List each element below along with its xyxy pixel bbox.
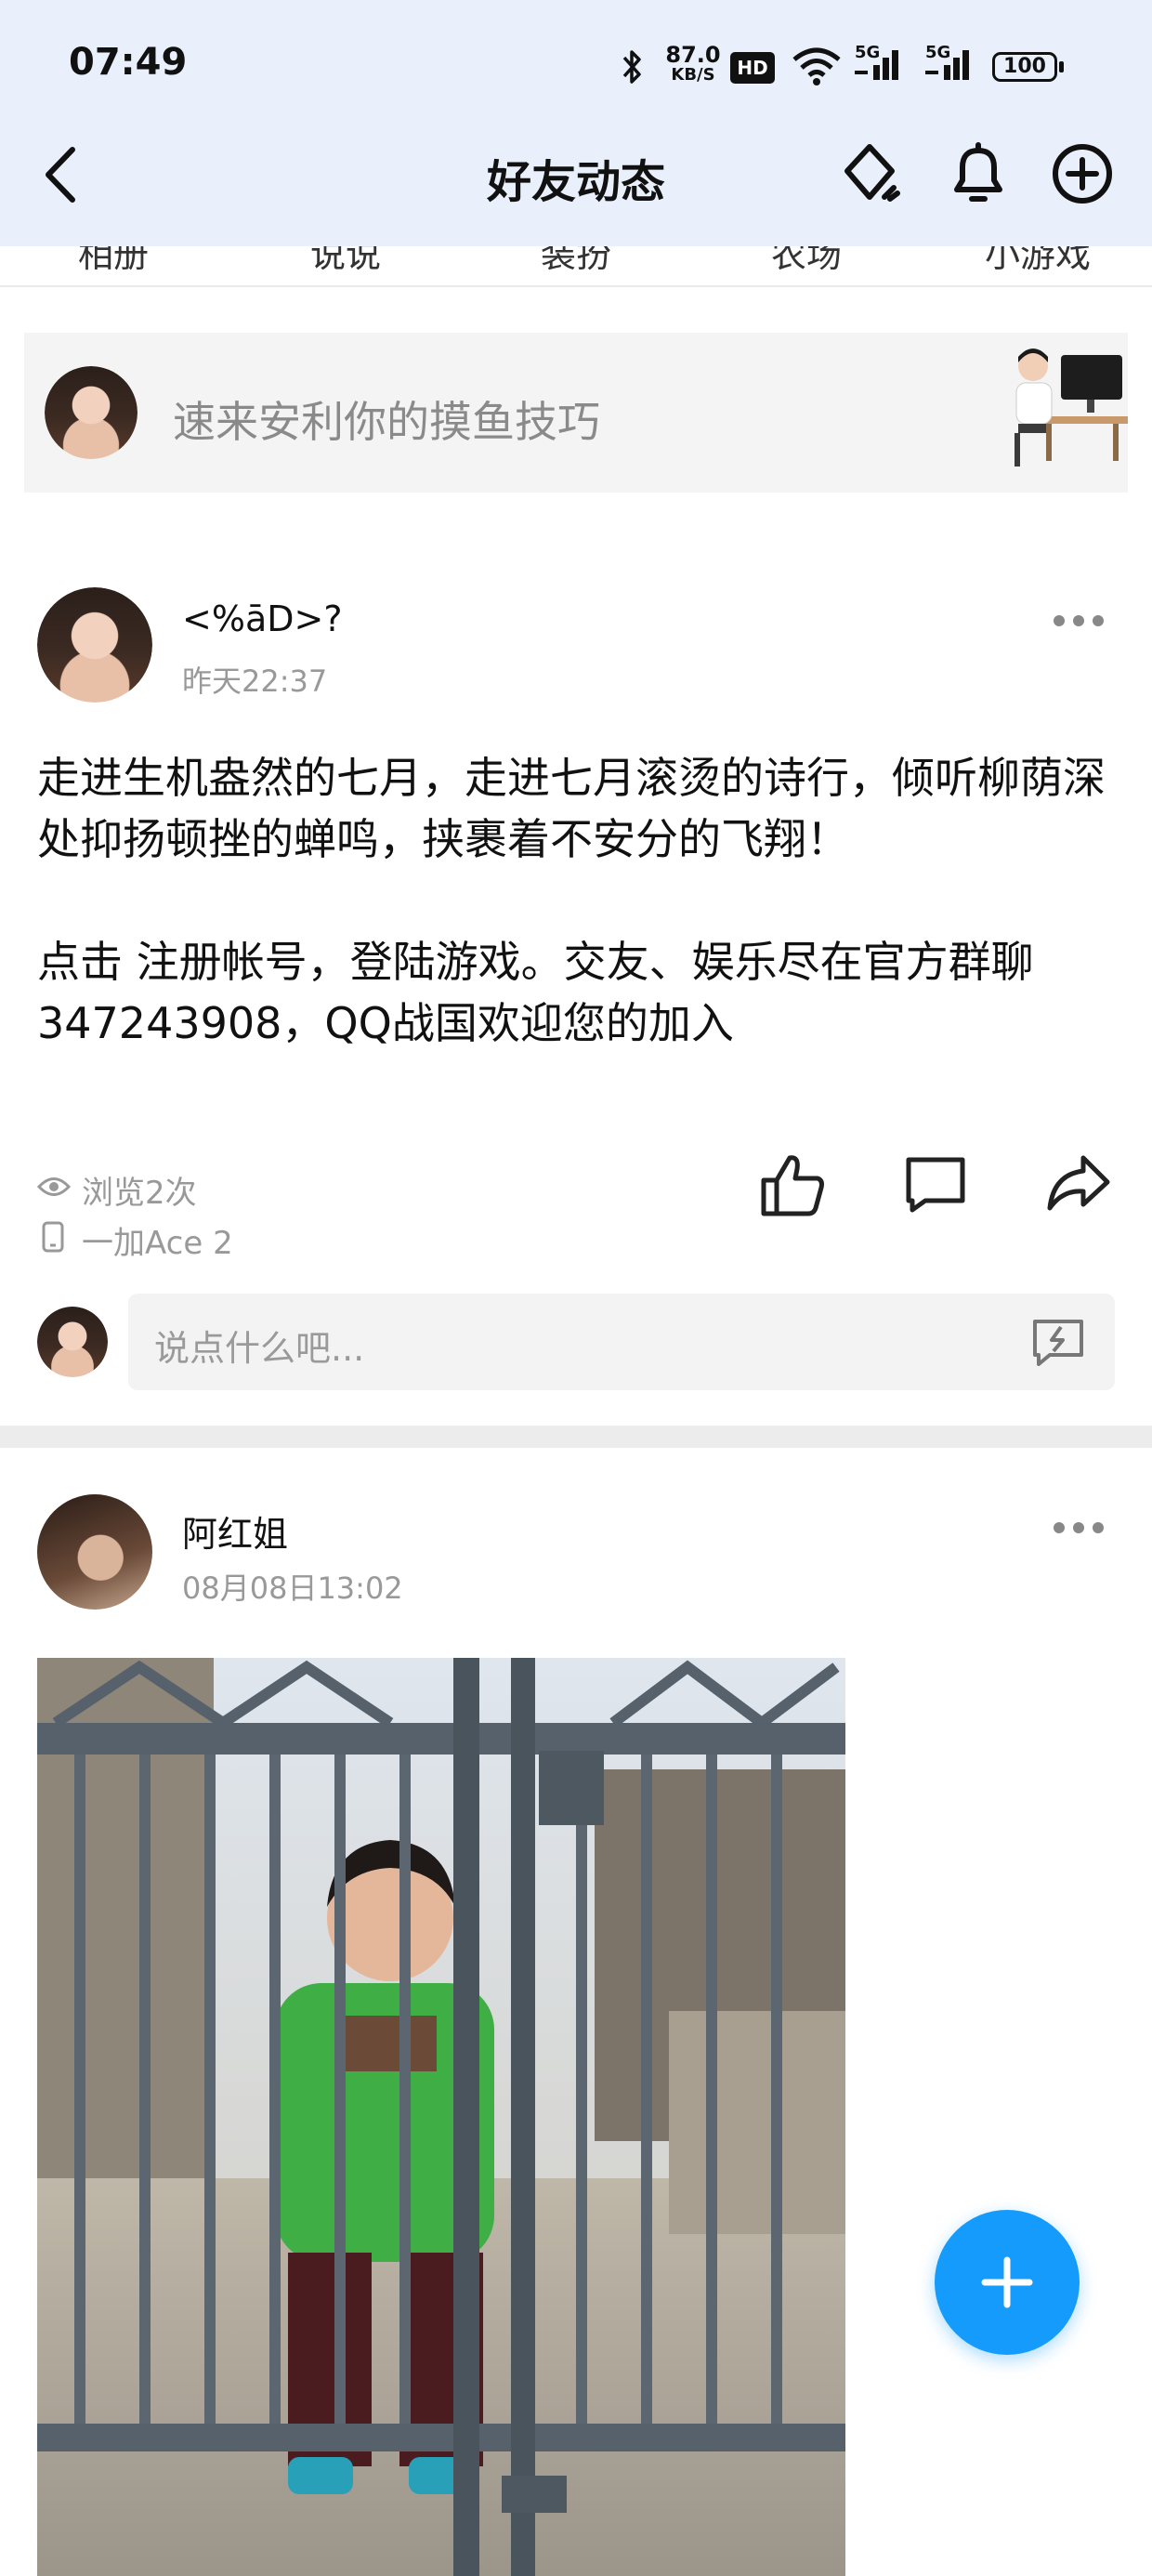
desk-illustration bbox=[1015, 348, 1128, 467]
view-count: 浏览2次 bbox=[82, 1175, 197, 1212]
post-text: 走进生机盎然的七月，走进七月滚烫的诗行，倾听柳荫深处抑扬顿挫的蝉鸣，挟裹着不安分… bbox=[37, 753, 1106, 1048]
avatar[interactable] bbox=[37, 1494, 152, 1610]
phone-icon bbox=[42, 1221, 64, 1253]
status-time: 07:49 bbox=[69, 41, 188, 84]
share-icon[interactable] bbox=[1044, 1150, 1113, 1219]
signal-2: 5G bbox=[925, 43, 969, 80]
category-tabs: 相册 说说 装扮 农场 小游戏 bbox=[0, 246, 1152, 287]
battery-tip bbox=[1059, 61, 1064, 72]
comment-placeholder: 说点什么吧... bbox=[154, 1328, 365, 1369]
photo-illustration bbox=[37, 1658, 845, 2576]
signal-1: 5G bbox=[855, 43, 898, 80]
signal-bars-icon bbox=[855, 50, 898, 80]
net-speed-value: 87.0 bbox=[665, 42, 721, 68]
post-username[interactable]: <%āD>? bbox=[182, 598, 343, 639]
top-header: 07:49 87.0 KB/S HD 5G 5G 100 好友动态 bbox=[0, 0, 1152, 246]
wifi-icon bbox=[792, 47, 841, 85]
post-time: 08月08日13:02 bbox=[182, 1571, 403, 1606]
hd-badge: HD bbox=[730, 52, 775, 84]
like-icon[interactable] bbox=[758, 1150, 827, 1219]
bluetooth-icon bbox=[622, 50, 641, 84]
sparkle-diamond-icon[interactable] bbox=[842, 139, 907, 210]
tab-minigames[interactable]: 小游戏 bbox=[985, 246, 1091, 277]
battery-indicator: 100 bbox=[992, 52, 1057, 82]
tab-album[interactable]: 相册 bbox=[78, 246, 149, 277]
eye-icon bbox=[37, 1177, 71, 1196]
more-icon[interactable] bbox=[1050, 1517, 1107, 1539]
comment-icon[interactable] bbox=[901, 1150, 970, 1219]
bell-icon[interactable] bbox=[946, 139, 1011, 210]
new-post-button[interactable] bbox=[935, 2210, 1080, 2355]
tab-farm[interactable]: 农场 bbox=[771, 246, 842, 277]
more-icon[interactable] bbox=[1050, 610, 1107, 632]
post-time: 昨天22:37 bbox=[182, 664, 328, 699]
signal-bars-icon bbox=[925, 50, 969, 80]
comment-input[interactable]: 说点什么吧... bbox=[128, 1294, 1115, 1390]
network-speed: 87.0 KB/S bbox=[665, 42, 721, 85]
device-name: 一加Ace 2 bbox=[82, 1225, 233, 1262]
post-username[interactable]: 阿红姐 bbox=[182, 1505, 288, 1557]
quick-reply-icon[interactable] bbox=[1031, 1318, 1085, 1366]
post-photo[interactable] bbox=[37, 1658, 845, 2576]
tab-shuoshuo[interactable]: 说说 bbox=[310, 246, 381, 277]
add-circle-icon[interactable] bbox=[1050, 141, 1115, 206]
avatar bbox=[37, 1307, 108, 1377]
tab-dressup[interactable]: 装扮 bbox=[541, 246, 611, 277]
section-divider bbox=[0, 1426, 1152, 1448]
avatar[interactable] bbox=[37, 587, 152, 703]
post-composer[interactable]: 速来安利你的摸鱼技巧 bbox=[24, 333, 1128, 493]
plus-icon bbox=[981, 2256, 1033, 2308]
avatar bbox=[45, 366, 137, 459]
composer-placeholder: 速来安利你的摸鱼技巧 bbox=[173, 397, 600, 447]
net-speed-unit: KB/S bbox=[671, 65, 715, 85]
